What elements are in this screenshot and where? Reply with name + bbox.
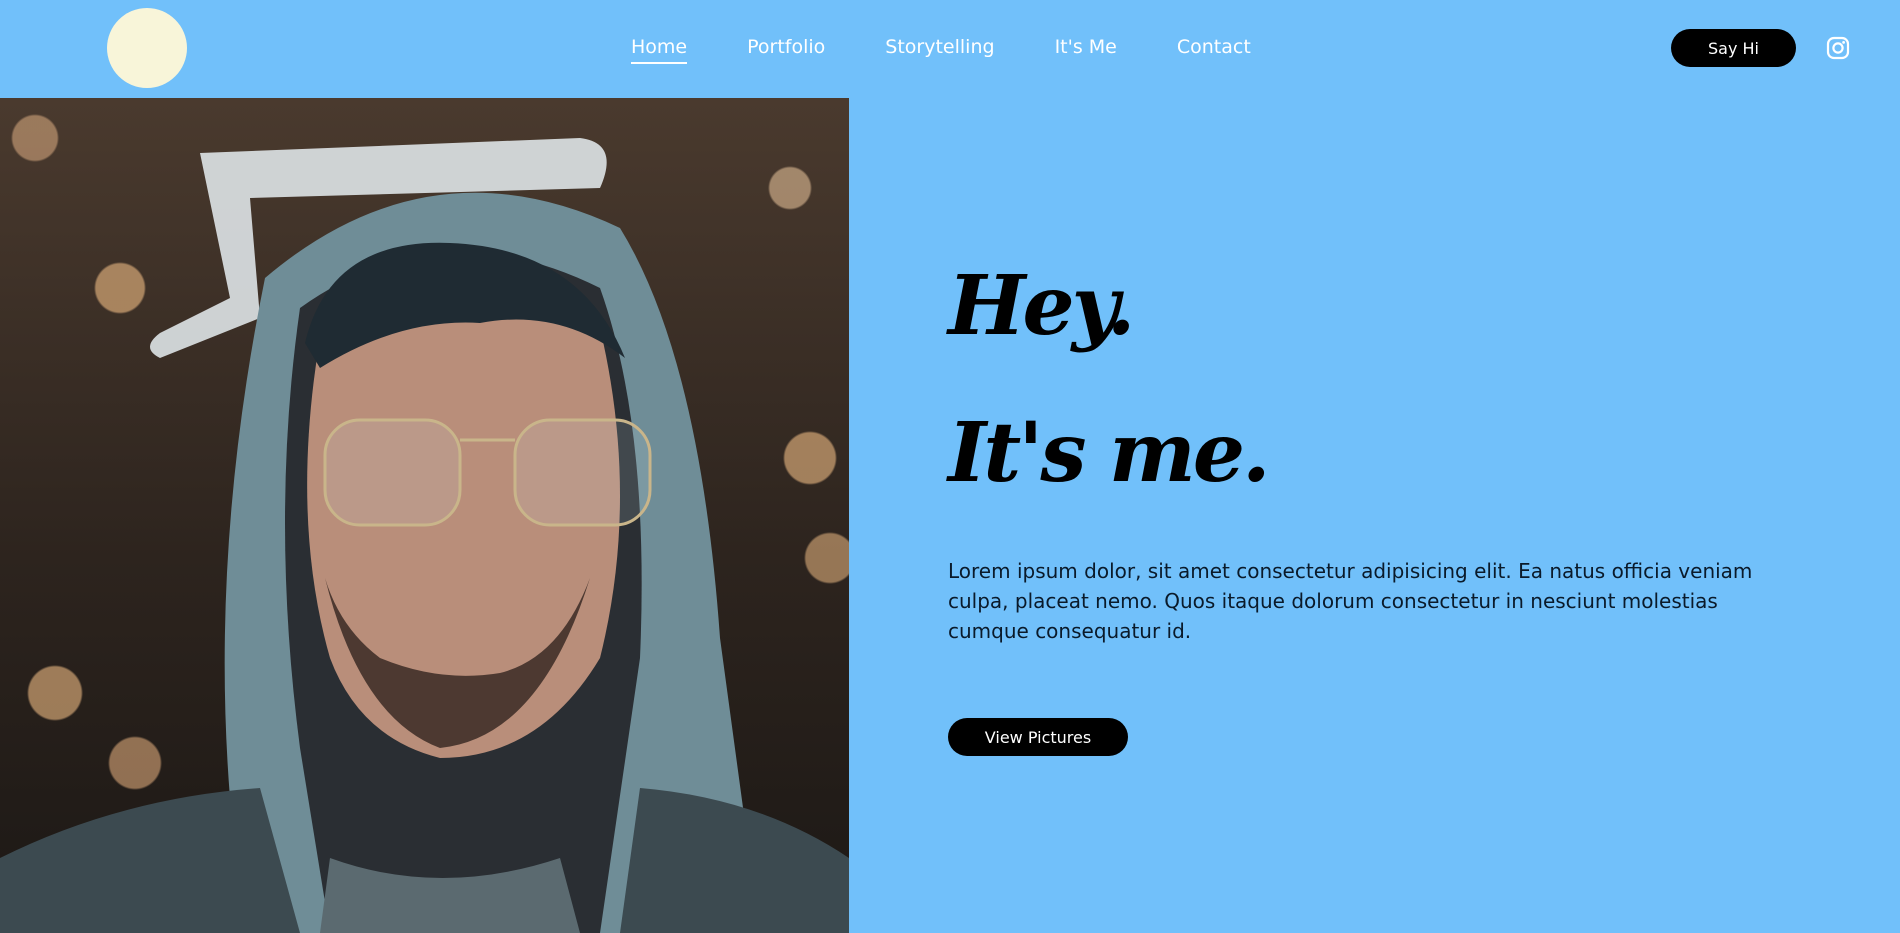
hero-portrait-image xyxy=(0,98,849,933)
hero-headline-1: Hey. xyxy=(948,258,1135,354)
hero-description: Lorem ipsum dolor, sit amet consectetur … xyxy=(948,559,1753,643)
view-pictures-button[interactable]: View Pictures xyxy=(948,718,1128,756)
nav-portfolio[interactable]: Portfolio xyxy=(747,34,825,64)
logo[interactable] xyxy=(107,8,187,88)
hero-headline-2: It's me. xyxy=(948,405,1271,501)
hero-section: Hey. It's me. Lorem ipsum dolor, sit ame… xyxy=(948,0,1848,933)
nav-home[interactable]: Home xyxy=(631,34,688,64)
